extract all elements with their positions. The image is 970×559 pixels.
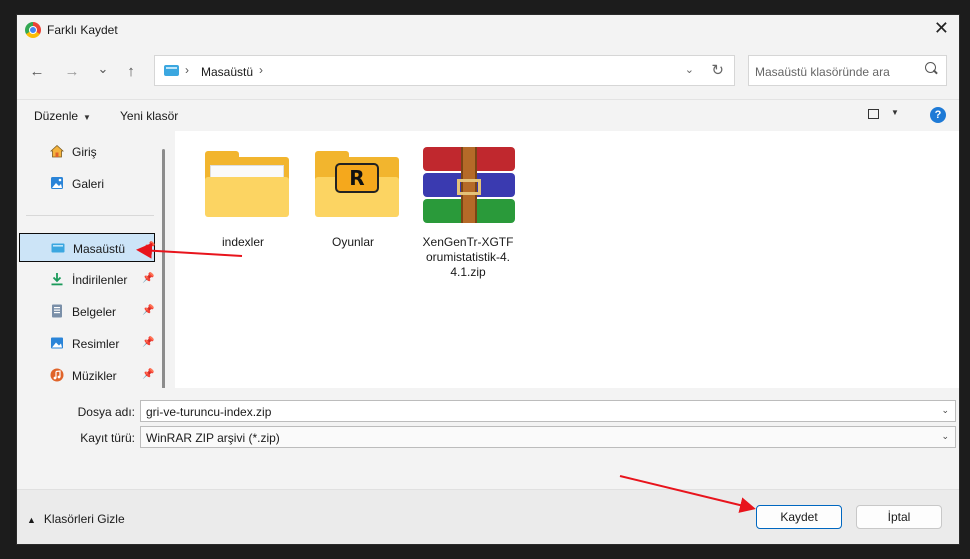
sidebar-item-documents[interactable]: Belgeler 📌	[19, 297, 155, 326]
hide-folders-label: Klasörleri Gizle	[43, 512, 125, 526]
help-button[interactable]: ?	[930, 107, 946, 123]
title-bar: Farklı Kaydet ✕	[17, 15, 959, 45]
recent-locations-button[interactable]: ⌄	[93, 59, 113, 79]
filename-value: gri-ve-turuncu-index.zip	[146, 405, 272, 419]
window-title: Farklı Kaydet	[47, 23, 118, 37]
save-as-dialog: Farklı Kaydet ✕ ← → ⌄ ↑ › Masaüstü › ⌄ ↻…	[16, 14, 960, 545]
chevron-down-icon[interactable]: ⌄	[941, 405, 949, 416]
sidebar-item-pictures[interactable]: Resimler 📌	[19, 329, 155, 358]
filetype-label: Kayıt türü:	[80, 431, 135, 445]
sidebar-item-label: Belgeler	[72, 305, 117, 319]
chevron-down-icon: ▼	[83, 113, 91, 122]
desktop-icon	[51, 243, 65, 253]
command-bar: Düzenle ▼ Yeni klasör ▼ ?	[17, 99, 959, 132]
chevron-down-icon[interactable]: ⌄	[941, 431, 949, 442]
sidebar-item-home[interactable]: Giriş	[19, 137, 155, 166]
close-button[interactable]: ✕	[934, 19, 949, 37]
filename-label: Dosya adı:	[77, 405, 135, 419]
sidebar-item-label: Resimler	[72, 337, 120, 351]
sidebar-item-label: Giriş	[72, 145, 97, 159]
pictures-icon	[51, 337, 63, 349]
sidebar-scrollbar[interactable]	[162, 149, 165, 389]
chrome-icon	[25, 22, 41, 38]
search-icon	[925, 62, 936, 73]
dialog-footer: ▲ Klasörleri Gizle Kaydet İptal	[17, 489, 959, 544]
search-input[interactable]: Masaüstü klasöründe ara	[748, 55, 947, 86]
pin-icon[interactable]: 📌	[142, 337, 154, 348]
file-name: Oyunlar	[331, 235, 375, 249]
sidebar-item-label: İndirilenler	[72, 273, 128, 287]
navigation-bar: ← → ⌄ ↑ › Masaüstü › ⌄ ↻ Masaüstü klasör…	[17, 53, 959, 93]
breadcrumb-desktop[interactable]: Masaüstü	[201, 65, 253, 79]
address-bar[interactable]: › Masaüstü › ⌄ ↻	[154, 55, 735, 86]
winrar-archive-icon	[423, 147, 515, 223]
organize-label: Düzenle	[34, 109, 79, 123]
filetype-select[interactable]: WinRAR ZIP arşivi (*.zip) ⌄	[140, 426, 956, 448]
navigation-pane: Giriş Galeri Masaüstü 📌 İndirilenler 📌 B…	[17, 131, 172, 390]
pin-icon[interactable]: 📌	[142, 273, 154, 284]
pin-icon[interactable]: 📌	[142, 369, 154, 380]
back-button[interactable]: ←	[27, 62, 47, 82]
address-dropdown-button[interactable]: ⌄	[685, 63, 694, 76]
folder-icon: R	[315, 151, 399, 217]
refresh-button[interactable]: ↻	[711, 61, 724, 79]
folder-icon	[205, 151, 289, 217]
hide-folders-button[interactable]: ▲ Klasörleri Gizle	[27, 512, 125, 526]
sidebar-item-music[interactable]: Müzikler 📌	[19, 361, 155, 390]
sidebar-item-label: Müzikler	[72, 369, 117, 383]
chevron-up-icon: ▲	[27, 515, 36, 525]
documents-icon	[52, 304, 62, 318]
new-folder-button[interactable]: Yeni klasör	[120, 109, 178, 123]
sidebar-item-label: Masaüstü	[73, 242, 126, 256]
home-icon	[50, 144, 64, 158]
up-button[interactable]: ↑	[121, 62, 141, 82]
gallery-icon	[51, 177, 63, 189]
chevron-down-icon[interactable]: ▼	[891, 108, 899, 117]
file-list: indexler R Oyunlar XenGenTr-XGTForumista…	[175, 131, 959, 388]
pin-icon[interactable]: 📌	[142, 305, 154, 316]
music-icon	[50, 368, 64, 382]
organize-button[interactable]: Düzenle ▼	[34, 109, 91, 123]
sidebar-item-label: Galeri	[72, 177, 105, 191]
cancel-button[interactable]: İptal	[856, 505, 942, 529]
save-button[interactable]: Kaydet	[756, 505, 842, 529]
download-icon	[51, 273, 63, 286]
breadcrumb-separator[interactable]: ›	[259, 63, 263, 77]
file-name: XenGenTr-XGTForumistatistik-4.4.1.zip	[422, 235, 514, 279]
sidebar-divider	[26, 215, 154, 216]
filename-input[interactable]: gri-ve-turuncu-index.zip ⌄	[140, 400, 956, 422]
sidebar-item-desktop[interactable]: Masaüstü 📌	[19, 233, 155, 262]
rockstar-logo-icon: R	[335, 163, 379, 193]
sidebar-item-gallery[interactable]: Galeri	[19, 169, 155, 198]
search-placeholder: Masaüstü klasöründe ara	[755, 65, 890, 79]
pin-icon[interactable]: 📌	[143, 242, 155, 253]
desktop-icon	[164, 65, 179, 76]
view-options-icon[interactable]	[868, 109, 879, 119]
forward-button[interactable]: →	[62, 62, 82, 82]
breadcrumb-separator: ›	[185, 63, 189, 77]
filetype-value: WinRAR ZIP arşivi (*.zip)	[146, 431, 280, 445]
sidebar-item-downloads[interactable]: İndirilenler 📌	[19, 265, 155, 294]
file-name: indexler	[221, 235, 265, 249]
